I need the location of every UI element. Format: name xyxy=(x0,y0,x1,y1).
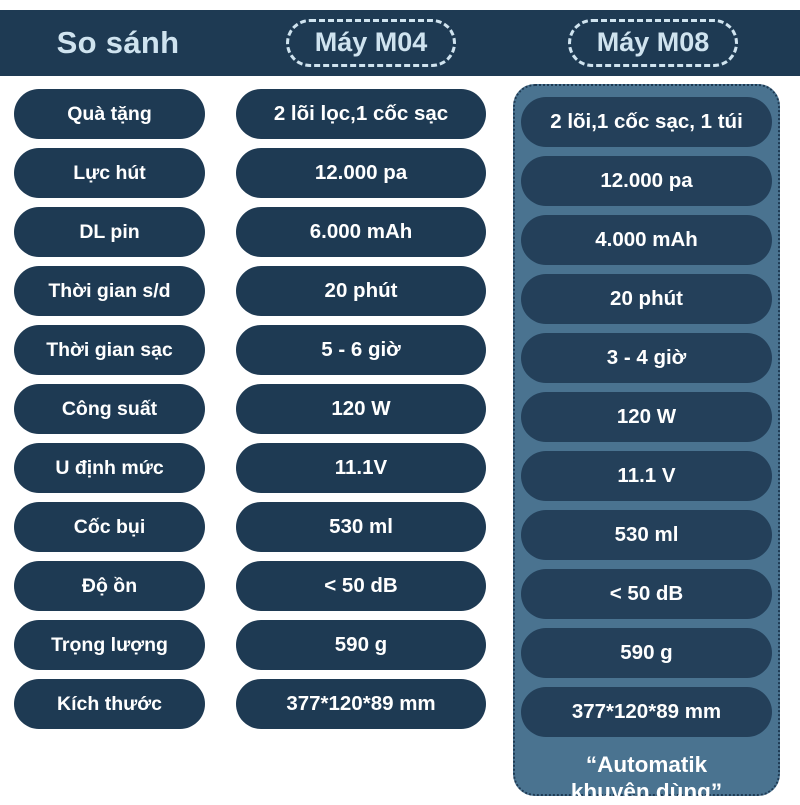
m04-value: 2 lõi lọc,1 cốc sạc xyxy=(236,89,486,139)
feature-label-column: Quà tặng Lực hút DL pin Thời gian s/d Th… xyxy=(0,76,236,805)
feature-label: Cốc bụi xyxy=(14,502,205,552)
m08-value: 11.1 V xyxy=(521,451,772,501)
m04-value: 6.000 mAh xyxy=(236,207,486,257)
header-bar: So sánh Máy M04 Máy M08 xyxy=(0,10,800,76)
m04-value: < 50 dB xyxy=(236,561,486,611)
comparison-table: Quà tặng Lực hút DL pin Thời gian s/d Th… xyxy=(0,76,800,804)
m04-value: 530 ml xyxy=(236,502,486,552)
m08-value-column: 2 lõi,1 cốc sạc, 1 túi 12.000 pa 4.000 m… xyxy=(513,76,800,805)
m08-value: 120 W xyxy=(521,392,772,442)
m04-value: 590 g xyxy=(236,620,486,670)
m08-value: 4.000 mAh xyxy=(521,215,772,265)
feature-label: Thời gian sạc xyxy=(14,325,205,375)
m04-value: 11.1V xyxy=(236,443,486,493)
feature-label: Quà tặng xyxy=(14,89,205,139)
m08-value: 530 ml xyxy=(521,510,772,560)
m08-value: 2 lõi,1 cốc sạc, 1 túi xyxy=(521,97,772,147)
m04-value: 377*120*89 mm xyxy=(236,679,486,729)
m04-value: 5 - 6 giờ xyxy=(236,325,486,375)
column-header-m04: Máy M04 xyxy=(285,18,457,68)
feature-label: Trọng lượng xyxy=(14,620,205,670)
m08-value: 377*120*89 mm xyxy=(521,687,772,737)
column-header-m08: Máy M08 xyxy=(567,18,739,68)
page-title: So sánh xyxy=(56,25,180,60)
feature-label: Thời gian s/d xyxy=(14,266,205,316)
feature-label: DL pin xyxy=(14,207,205,257)
header-column-m08: Máy M08 xyxy=(506,18,800,68)
feature-label: Độ ồn xyxy=(14,561,205,611)
feature-label: U định mức xyxy=(14,443,205,493)
m04-value: 120 W xyxy=(236,384,486,434)
m04-value: 20 phút xyxy=(236,266,486,316)
feature-label: Công suất xyxy=(14,384,205,434)
feature-label: Lực hút xyxy=(14,148,205,198)
feature-label: Kích thước xyxy=(14,679,205,729)
m08-value: 12.000 pa xyxy=(521,156,772,206)
comparison-columns: Quà tặng Lực hút DL pin Thời gian s/d Th… xyxy=(0,76,800,805)
header-column-m04: Máy M04 xyxy=(236,18,506,68)
m08-value: 20 phút xyxy=(521,274,772,324)
m08-value: < 50 dB xyxy=(521,569,772,619)
m04-value-column: 2 lõi lọc,1 cốc sạc 12.000 pa 6.000 mAh … xyxy=(236,76,513,805)
m08-value: 3 - 4 giờ xyxy=(521,333,772,383)
recommendation-note: “Automatik khuyên dùng” xyxy=(570,752,723,804)
m04-value: 12.000 pa xyxy=(236,148,486,198)
m08-value: 590 g xyxy=(521,628,772,678)
